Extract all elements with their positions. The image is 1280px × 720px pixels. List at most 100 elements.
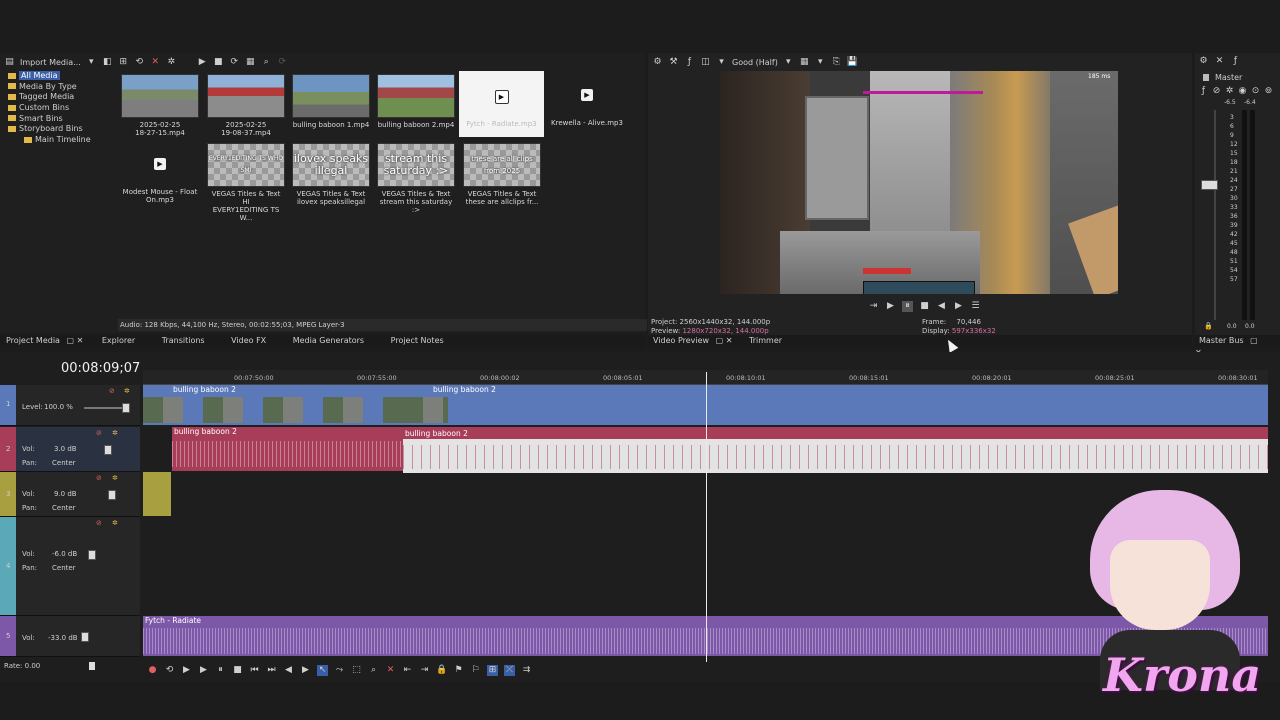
video-output-fx-icon[interactable]: ƒ [684, 57, 695, 68]
record-icon[interactable]: ● [147, 665, 158, 676]
video-clip[interactable]: bulling baboon 2 [403, 385, 1268, 425]
overlays-icon[interactable]: ▦ [799, 57, 810, 68]
tree-item-custom-bins[interactable]: Custom Bins [8, 103, 116, 114]
dropdown-arrow-icon[interactable]: ▾ [815, 57, 826, 68]
mute-icon[interactable]: ⊘ [109, 387, 115, 395]
master-fx-chain-icon[interactable]: ƒ [1198, 86, 1209, 97]
tree-item-storyboard-bins[interactable]: Storyboard Bins [8, 124, 116, 135]
record-icon[interactable]: ◉ [1237, 86, 1248, 97]
pause-icon[interactable]: ⏸ [215, 665, 226, 676]
media-item-selected[interactable]: ▶ Fytch - Radiate.mp3 [459, 71, 544, 137]
auto-crossfade-icon[interactable]: ⤫ [504, 665, 515, 676]
media-item[interactable]: EVERY1EDITING TS WHO SMI VEGAS Titles & … [207, 143, 285, 222]
vol-knob[interactable] [104, 445, 112, 455]
snapping-icon[interactable]: ⊞ [487, 665, 498, 676]
mute-icon[interactable]: ⊘ [96, 429, 102, 437]
region-icon[interactable]: ⚐ [470, 665, 481, 676]
tab-project-media[interactable]: Project Media [6, 336, 60, 345]
audio-clip[interactable]: bulling baboon 2 [172, 427, 403, 471]
tab-explorer[interactable]: Explorer [102, 336, 135, 345]
link-icon[interactable]: ⊙ [1250, 86, 1261, 97]
trim-end-icon[interactable]: ⇥ [419, 665, 430, 676]
media-item[interactable]: ▶ Modest Mouse - Float On.mp3 [121, 143, 199, 204]
media-item[interactable]: stream this saturday :> VEGAS Titles & T… [377, 143, 455, 214]
master-fader-knob[interactable] [1201, 180, 1218, 190]
remove-media-icon[interactable]: ✕ [150, 57, 161, 68]
master-fx-icon[interactable]: ƒ [1230, 56, 1241, 67]
solo-icon[interactable]: ✲ [112, 519, 118, 527]
lock-icon[interactable]: 🔒 [436, 665, 447, 676]
tab-video-preview[interactable]: Video Preview [653, 336, 709, 345]
delete-icon[interactable]: ✕ [385, 665, 396, 676]
zoom-tool-icon[interactable]: ⌕ [368, 665, 379, 676]
media-item[interactable]: bulling baboon 2.mp4 [377, 74, 455, 129]
marker-icon[interactable]: ⚑ [453, 665, 464, 676]
auto-preview-icon[interactable]: ⟳ [229, 57, 240, 68]
tree-item-media-by-type[interactable]: Media By Type [8, 82, 116, 93]
menu-icon[interactable]: ☰ [970, 301, 981, 312]
mute-icon[interactable]: ⊘ [96, 519, 102, 527]
normal-edit-tool-icon[interactable]: ↖ [317, 665, 328, 676]
replace-icon[interactable]: ⟲ [134, 57, 145, 68]
media-item[interactable]: 2025-02-25 19-08-37.mp4 [207, 74, 285, 137]
audio-clip[interactable] [143, 472, 171, 516]
tab-media-generators[interactable]: Media Generators [293, 336, 364, 345]
level-knob[interactable] [122, 403, 130, 413]
rate-slider-knob[interactable] [89, 662, 95, 670]
stop-icon[interactable]: ■ [919, 301, 930, 312]
tab-project-notes[interactable]: Project Notes [391, 336, 444, 345]
loop-icon[interactable]: ⟲ [164, 665, 175, 676]
track-header-audio[interactable]: 3 Vol: 9.0 dB Pan: Center ⊘ ✲ [0, 472, 140, 517]
master-fader[interactable] [1214, 110, 1216, 320]
tree-item-tagged-media[interactable]: Tagged Media [8, 92, 116, 103]
tab-close-icon[interactable]: ▢ ✕ [67, 336, 84, 345]
playhead[interactable] [706, 372, 707, 662]
tab-video-fx[interactable]: Video FX [231, 336, 266, 345]
tab-trimmer[interactable]: Trimmer [749, 336, 782, 345]
project-view-icon[interactable]: ▤ [4, 57, 15, 68]
selection-tool-icon[interactable]: ⬚ [351, 665, 362, 676]
track-header-audio[interactable]: 5 Vol: -33.0 dB [0, 616, 140, 657]
search-icon[interactable]: ⌕ [261, 57, 272, 68]
video-clip[interactable]: bulling baboon 2 [143, 385, 403, 425]
trim-start-icon[interactable]: ⇤ [402, 665, 413, 676]
master-settings-icon[interactable]: ⚙ [1198, 56, 1209, 67]
tree-item-main-timeline[interactable]: Main Timeline [8, 135, 116, 146]
play-icon[interactable]: ▶ [885, 301, 896, 312]
import-media-button[interactable]: Import Media... [20, 58, 81, 67]
split-screen-icon[interactable]: ◫ [700, 57, 711, 68]
pause-icon[interactable]: ⏸ [902, 300, 913, 312]
media-item[interactable]: ▶ Krewella - Alive.mp3 [548, 74, 626, 127]
go-to-start-icon[interactable]: ⏮ [249, 665, 260, 676]
play-icon[interactable]: ▶ [198, 665, 209, 676]
media-item[interactable]: 2025-02-25 18-27-15.mp4 [121, 74, 199, 137]
envelope-tool-icon[interactable]: ⤳ [334, 665, 345, 676]
media-item[interactable]: these are all clips from 2025 VEGAS Titl… [463, 143, 541, 206]
stop-media-icon[interactable]: ■ [213, 57, 224, 68]
tab-master-bus[interactable]: Master Bus [1199, 336, 1244, 345]
loop-icon[interactable]: ⇥ [868, 301, 879, 312]
master-close-icon[interactable]: ✕ [1214, 56, 1225, 67]
go-to-end-icon[interactable]: ⏭ [266, 665, 277, 676]
solo-icon[interactable]: ✲ [124, 387, 130, 395]
get-media-icon[interactable]: ⊞ [118, 57, 129, 68]
solo-icon[interactable]: ✲ [1224, 86, 1235, 97]
tab-transitions[interactable]: Transitions [162, 336, 205, 345]
solo-icon[interactable]: ✲ [112, 429, 118, 437]
solo-icon[interactable]: ✲ [112, 474, 118, 482]
auto-ripple-icon[interactable]: ⇉ [521, 665, 532, 676]
vol-knob[interactable] [88, 550, 96, 560]
dropdown-arrow-icon[interactable]: ▾ [716, 57, 727, 68]
more-icon[interactable]: ⟳ [277, 57, 288, 68]
tree-item-smart-bins[interactable]: Smart Bins [8, 114, 116, 125]
track-header-audio[interactable]: 4 Vol: -6.0 dB Pan: Center ⊘ ✲ [0, 517, 140, 616]
preview-device-icon[interactable]: ⚒ [668, 57, 679, 68]
dropdown-arrow-icon[interactable]: ▾ [783, 57, 794, 68]
play-media-icon[interactable]: ▶ [197, 57, 208, 68]
track-header-audio[interactable]: 2 Vol: 3.0 dB Pan: Center ⊘ ✲ [0, 427, 140, 472]
stop-icon[interactable]: ■ [232, 665, 243, 676]
play-from-start-icon[interactable]: ▶ [181, 665, 192, 676]
audio-clip-selected[interactable]: bulling baboon 2 [403, 427, 1268, 473]
media-fx-icon[interactable]: ✲ [166, 57, 177, 68]
mute-icon[interactable]: ⊘ [96, 474, 102, 482]
